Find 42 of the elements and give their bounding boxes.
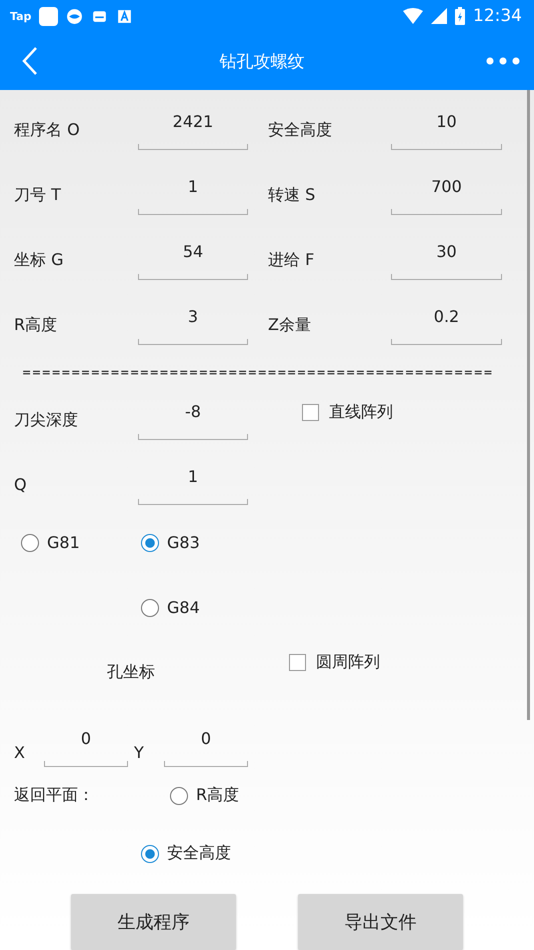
- checkbox[interactable]: [289, 654, 306, 671]
- radio-button[interactable]: [141, 844, 159, 862]
- app-icon: [39, 6, 58, 26]
- checkbox-label[interactable]: 直线阵列: [329, 402, 393, 423]
- field-label: 进给 F: [268, 249, 316, 271]
- app-icon: [116, 8, 134, 24]
- field-label: Y: [134, 743, 144, 762]
- clock: 12:34: [473, 6, 522, 26]
- field-label: 刀号 T: [14, 184, 62, 206]
- field-label: 转速 S: [268, 184, 316, 206]
- radio-label[interactable]: G84: [167, 598, 200, 617]
- field-label: Z余量: [268, 314, 312, 336]
- battery-icon: [455, 7, 465, 25]
- field-label: 坐标 G: [14, 249, 64, 271]
- field-label: R高度: [14, 314, 58, 336]
- radio-button[interactable]: [170, 786, 188, 804]
- radio-label[interactable]: R高度: [196, 785, 240, 806]
- field-label: 安全高度: [268, 119, 333, 141]
- radio-label[interactable]: 安全高度: [167, 843, 231, 864]
- radio-button[interactable]: [141, 598, 159, 616]
- separator-text: ================================================: [22, 365, 494, 381]
- app-label: Tap: [10, 10, 32, 22]
- wifi-icon: [403, 8, 423, 24]
- section-label: 孔坐标: [107, 662, 155, 683]
- field-label: Q: [14, 474, 28, 496]
- field-label: 返回平面：: [14, 785, 95, 806]
- action-button[interactable]: 生成程序: [71, 894, 236, 950]
- back-icon[interactable]: [22, 46, 38, 76]
- radio-button[interactable]: [21, 534, 39, 552]
- action-button[interactable]: 导出文件: [298, 894, 463, 950]
- checkbox[interactable]: [302, 404, 319, 421]
- field-label: 刀尖深度: [14, 409, 79, 431]
- checkbox-label[interactable]: 圆周阵列: [316, 652, 380, 673]
- radio-label[interactable]: G83: [167, 533, 200, 552]
- screen-title: 钻孔攻螺纹: [218, 50, 306, 72]
- signal-icon: [431, 8, 447, 24]
- radio-button[interactable]: [141, 534, 159, 552]
- app-icon: [66, 8, 84, 24]
- more-icon[interactable]: [486, 57, 520, 65]
- field-label: 程序名 O: [14, 119, 81, 141]
- radio-label[interactable]: G81: [47, 533, 80, 552]
- field-label: X: [14, 743, 25, 762]
